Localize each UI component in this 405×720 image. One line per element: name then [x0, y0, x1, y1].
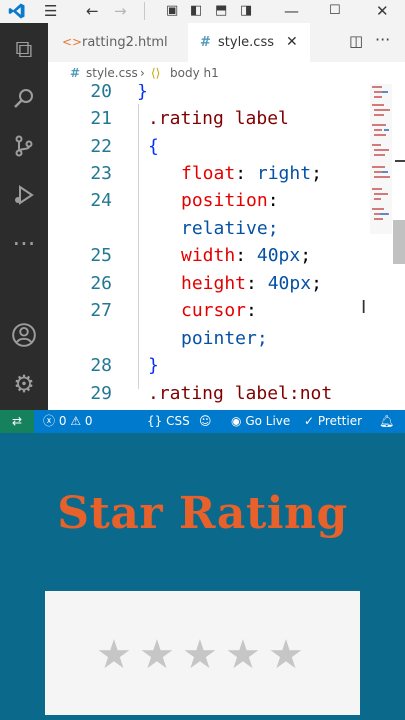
menu-icon[interactable]: ☰ — [44, 1, 57, 21]
divider — [144, 2, 145, 20]
css-file-icon: # — [70, 66, 81, 80]
activity-bar: ⧉ ··· ⚙ — [0, 23, 48, 410]
line-number: 22 — [90, 136, 112, 157]
code-line-wrapped: pointer; — [181, 328, 268, 349]
breadcrumb-file[interactable]: style.css — [86, 62, 138, 84]
html-file-icon: <> — [62, 35, 83, 49]
line-number: 28 — [90, 355, 112, 376]
scroll-marker — [395, 160, 405, 162]
go-live-button[interactable]: ◉ Go Live — [231, 410, 290, 433]
page-heading: Star Rating — [57, 488, 348, 539]
code-line: .rating label — [148, 108, 289, 129]
settings-gear-icon[interactable]: ⚙ — [0, 369, 48, 399]
tab-label: ratting2.html — [82, 35, 168, 50]
notifications-bell-icon[interactable]: 🔔︎ — [379, 410, 394, 433]
back-arrow-icon[interactable]: ← — [86, 1, 99, 21]
go-live-label: Go Live — [245, 414, 291, 428]
line-number: 29 — [90, 383, 112, 404]
broadcast-icon: ◉ — [231, 414, 242, 428]
breadcrumb-symbol[interactable]: body h1 — [170, 62, 219, 84]
symbol-icon: ⟨⟩ — [151, 66, 161, 80]
editor-tabs: <> ratting2.html # style.css ✕ ◫ ··· — [48, 23, 405, 63]
run-debug-icon[interactable] — [0, 180, 48, 214]
maximize-icon[interactable]: ☐ — [329, 1, 341, 21]
toggle-secondary-sidebar-icon[interactable]: ◨ — [240, 1, 252, 21]
code-line-wrapped: relative; — [181, 218, 279, 239]
warning-icon: ⚠ — [70, 414, 82, 428]
minimap[interactable] — [370, 84, 392, 234]
toggle-panel-icon[interactable]: ⬒ — [215, 1, 227, 21]
minimize-icon[interactable]: — — [284, 1, 299, 21]
breadcrumb: # style.css › ⟨⟩ body h1 — [48, 62, 405, 84]
line-number: 27 — [90, 300, 112, 321]
line-number: 24 — [90, 190, 112, 211]
line-number: 26 — [90, 273, 112, 294]
warning-count: 0 — [84, 414, 93, 428]
star-5[interactable]: ★ — [268, 633, 304, 677]
code-line: position: — [181, 190, 279, 211]
language-label: CSS — [166, 414, 190, 428]
remote-indicator[interactable]: ⇄ — [0, 410, 34, 433]
code-line: width: 40px; — [181, 245, 312, 266]
line-number: 25 — [90, 245, 112, 266]
indent-guide — [138, 104, 139, 389]
remote-icon: ⇄ — [11, 414, 23, 428]
code-line: cursor: — [181, 300, 257, 321]
braces-icon: {} — [147, 414, 163, 428]
line-number: 21 — [90, 108, 112, 129]
explorer-icon[interactable]: ⧉ — [0, 34, 48, 64]
star-3[interactable]: ★ — [182, 633, 218, 677]
double-check-icon: ✓ — [304, 414, 315, 428]
tab-style-css[interactable]: # style.css ✕ — [188, 23, 310, 62]
more-actions-icon[interactable]: ··· — [375, 30, 390, 49]
code-line: .rating label:not — [148, 383, 333, 404]
line-number: 23 — [90, 163, 112, 184]
vscode-logo-icon — [8, 3, 25, 19]
code-line: height: 40px; — [181, 273, 322, 294]
line-number: 20 — [90, 84, 112, 102]
tab-label: style.css — [218, 35, 274, 50]
split-editor-icon[interactable]: ◫ — [349, 32, 363, 50]
code-line: float: right; — [181, 163, 322, 184]
star-4[interactable]: ★ — [225, 633, 261, 677]
code-line: { — [148, 136, 159, 157]
code-editor[interactable]: 20 } 21 .rating label 22 { 23 float: rig… — [48, 84, 405, 410]
account-icon[interactable] — [0, 320, 48, 355]
problems-indicator[interactable]: ⓧ 0 ⚠ 0 — [43, 410, 93, 433]
prettier-button[interactable]: ✓ Prettier — [304, 410, 362, 433]
close-tab-icon[interactable]: ✕ — [286, 23, 298, 62]
title-bar: ☰ ← → ▣ ◧ ⬒ ◨ — ☐ ✕ — [0, 0, 405, 23]
css-file-icon: # — [200, 35, 211, 50]
close-window-icon[interactable]: ✕ — [376, 1, 389, 21]
forward-arrow-icon[interactable]: → — [114, 1, 127, 21]
copilot-icon[interactable]: ☺ — [199, 410, 212, 433]
star-1[interactable]: ★ — [96, 633, 132, 677]
toggle-sidebar-icon[interactable]: ◧ — [190, 1, 202, 21]
chevron-right-icon: › — [140, 66, 145, 80]
text-cursor-icon: I — [361, 297, 367, 318]
more-icon[interactable]: ··· — [0, 229, 48, 259]
tab-ratting2-html[interactable]: <> ratting2.html — [48, 23, 188, 62]
status-bar: ⇄ ⓧ 0 ⚠ 0 {} CSS ☺ ◉ Go Live ✓ Prettier … — [0, 410, 405, 433]
star-2[interactable]: ★ — [139, 633, 175, 677]
layout-icon[interactable]: ▣ — [166, 1, 178, 21]
error-count: 0 — [58, 414, 67, 428]
search-icon[interactable] — [0, 83, 48, 117]
code-line: } — [148, 355, 159, 376]
language-mode[interactable]: {} CSS — [147, 410, 190, 433]
code-line: } — [137, 84, 148, 102]
source-control-icon[interactable] — [0, 131, 48, 165]
error-icon: ⓧ — [43, 414, 56, 428]
scrollbar-thumb[interactable] — [393, 220, 405, 264]
prettier-label: Prettier — [317, 414, 363, 428]
